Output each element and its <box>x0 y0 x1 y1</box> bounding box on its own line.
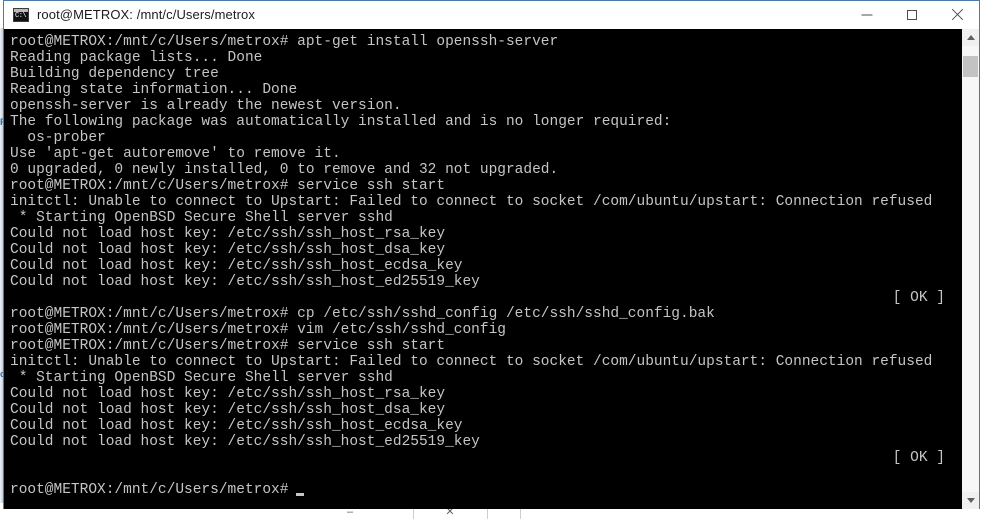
terminal-line: Could not load host key: /etc/ssh/ssh_ho… <box>10 242 446 258</box>
terminal-line: os-prober <box>10 130 106 146</box>
terminal-line: Could not load host key: /etc/ssh/ssh_ho… <box>10 386 446 402</box>
terminal-line: 0 upgraded, 0 newly installed, 0 to remo… <box>10 162 559 178</box>
close-button[interactable] <box>934 1 979 28</box>
window-controls <box>844 1 979 28</box>
console-icon-label: C:\ <box>15 11 27 20</box>
terminal-line: Could not load host key: /etc/ssh/ssh_ho… <box>10 274 480 290</box>
scrollbar-thumb[interactable] <box>963 56 978 77</box>
prompt-text: root@METROX:/mnt/c/Users/metrox# <box>10 482 289 498</box>
console-area: root@METROX:/mnt/c/Users/metrox# apt-get… <box>4 29 979 509</box>
minimize-icon <box>861 14 872 15</box>
status-ok-marker: [ OK ] <box>892 450 945 466</box>
window-title: root@METROX: /mnt/c/Users/metrox <box>37 7 255 22</box>
terminal-line: Reading package lists... Done <box>10 50 263 66</box>
terminal-line: openssh-server is already the newest ver… <box>10 98 402 114</box>
terminal-line: root@METROX:/mnt/c/Users/metrox# cp /etc… <box>10 306 715 322</box>
scroll-up-icon[interactable] <box>962 29 979 46</box>
terminal-line: initctl: Unable to connect to Upstart: F… <box>10 354 933 370</box>
terminal-prompt-line: root@METROX:/mnt/c/Users/metrox# <box>10 482 961 498</box>
scroll-down-icon[interactable] <box>962 492 979 509</box>
terminal-window: C:\ root@METROX: /mnt/c/Users/metrox roo… <box>3 0 980 509</box>
scrollbar-track[interactable] <box>962 46 979 492</box>
text-cursor <box>296 493 305 496</box>
minimize-button[interactable] <box>844 1 889 28</box>
terminal-line: root@METROX:/mnt/c/Users/metrox# apt-get… <box>10 34 559 50</box>
terminal-line: root@METROX:/mnt/c/Users/metrox# vim /et… <box>10 322 506 338</box>
console-icon: C:\ <box>13 7 29 22</box>
terminal-line: * Starting OpenBSD Secure Shell server s… <box>10 370 393 386</box>
maximize-icon <box>906 9 917 20</box>
terminal-line: Use 'apt-get autoremove' to remove it. <box>10 146 341 162</box>
terminal-output[interactable]: root@METROX:/mnt/c/Users/metrox# apt-get… <box>4 29 961 509</box>
terminal-line: * Starting OpenBSD Secure Shell server s… <box>10 210 393 226</box>
terminal-line: Could not load host key: /etc/ssh/ssh_ho… <box>10 258 463 274</box>
terminal-line: root@METROX:/mnt/c/Users/metrox# service… <box>10 338 446 354</box>
terminal-scrollbar[interactable] <box>961 29 979 509</box>
terminal-line: The following package was automatically … <box>10 114 672 130</box>
terminal-line: Could not load host key: /etc/ssh/ssh_ho… <box>10 226 446 242</box>
terminal-line: Reading state information... Done <box>10 82 298 98</box>
maximize-button[interactable] <box>889 1 934 28</box>
terminal-line: Could not load host key: /etc/ssh/ssh_ho… <box>10 418 463 434</box>
status-ok-marker: [ OK ] <box>892 290 945 306</box>
close-icon <box>950 8 964 22</box>
terminal-line: root@METROX:/mnt/c/Users/metrox# service… <box>10 178 446 194</box>
terminal-line: initctl: Unable to connect to Upstart: F… <box>10 194 933 210</box>
terminal-line: Building dependency tree <box>10 66 219 82</box>
terminal-line: Could not load host key: /etc/ssh/ssh_ho… <box>10 434 480 450</box>
window-titlebar[interactable]: C:\ root@METROX: /mnt/c/Users/metrox <box>4 1 979 29</box>
terminal-line: Could not load host key: /etc/ssh/ssh_ho… <box>10 402 446 418</box>
